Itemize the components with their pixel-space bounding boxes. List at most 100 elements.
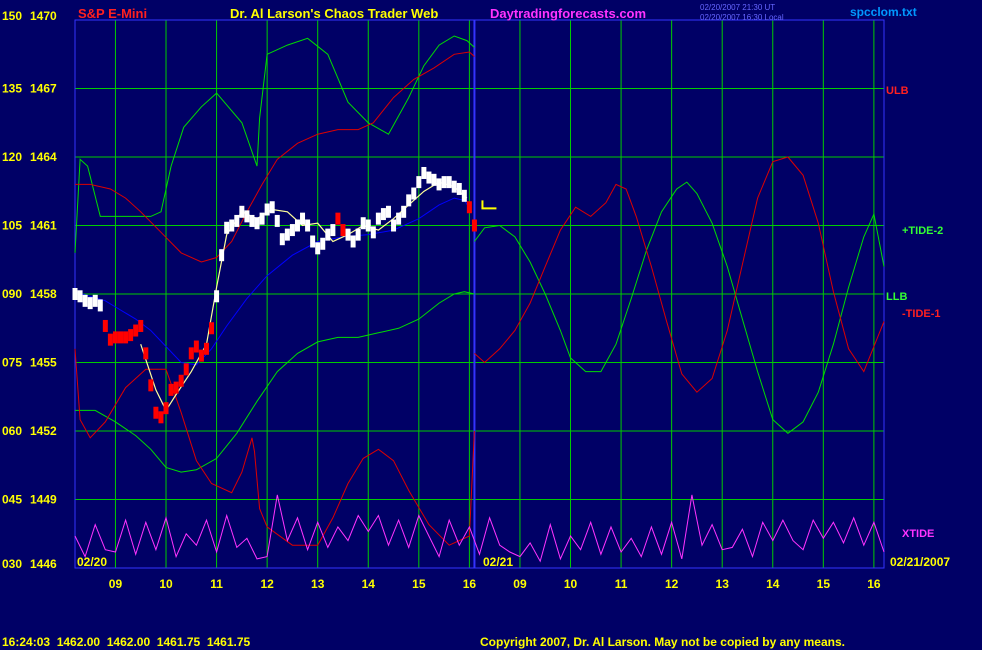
price-bar xyxy=(401,205,407,218)
price-bar xyxy=(259,212,265,225)
label-tide2: +TIDE-2 xyxy=(902,225,943,237)
x-tick-label: 10 xyxy=(564,577,578,591)
y-tick-price: 1446 xyxy=(30,557,57,571)
price-bar xyxy=(173,381,179,394)
price-bar xyxy=(310,235,316,248)
price-bar xyxy=(224,221,230,234)
price-bar xyxy=(264,203,270,216)
y-tick-price: 1464 xyxy=(30,150,57,164)
price-bar xyxy=(330,224,336,237)
price-bar xyxy=(274,214,280,227)
date-mid: 02/21 xyxy=(483,555,513,569)
price-bar xyxy=(441,176,447,189)
y-tick-price: 1470 xyxy=(30,9,57,23)
grid-layer xyxy=(74,19,885,569)
price-bar xyxy=(431,173,437,186)
price-bar xyxy=(188,347,194,360)
price-bar xyxy=(360,217,366,230)
price-bar xyxy=(158,411,164,424)
timestamp-local: 02/20/2007 16:30 Local xyxy=(700,13,784,22)
x-tick-label: 11 xyxy=(210,577,223,591)
price-bar xyxy=(279,233,285,246)
price-bar xyxy=(340,224,346,237)
price-bar xyxy=(350,235,356,248)
y-tick-price: 1467 xyxy=(30,82,57,96)
price-bar xyxy=(355,228,361,241)
price-bar xyxy=(456,182,462,195)
label-ulb: ULB xyxy=(886,85,909,97)
price-bar xyxy=(416,176,422,189)
price-bar xyxy=(325,228,331,241)
price-bar xyxy=(365,219,371,232)
price-bar xyxy=(239,205,245,218)
price-bar xyxy=(77,290,83,303)
y-tick-tide: 060 xyxy=(2,424,22,438)
x-tick-label: 15 xyxy=(817,577,831,591)
y-tick-tide: 030 xyxy=(2,557,22,571)
label-tide1: -TIDE-1 xyxy=(902,308,941,320)
y-tick-tide: 045 xyxy=(2,493,22,507)
price-bar xyxy=(380,208,386,221)
x-tick-label: 09 xyxy=(109,577,123,591)
date-right: 02/21/2007 xyxy=(890,555,950,569)
price-bar xyxy=(375,212,381,225)
price-bar xyxy=(107,333,113,346)
site-title: Dr. Al Larson's Chaos Trader Web xyxy=(230,6,438,21)
footer-quote: 16:24:03 1462.00 1462.00 1461.75 1461.75 xyxy=(2,635,251,649)
y-tick-tide: 105 xyxy=(2,219,22,233)
price-bar xyxy=(193,340,199,353)
price-bar xyxy=(198,349,204,362)
price-bar xyxy=(214,290,220,303)
x-tick-label: 13 xyxy=(716,577,730,591)
price-bar xyxy=(421,166,427,179)
price-bar xyxy=(254,217,260,230)
footer-copyright: Copyright 2007, Dr. Al Larson. May not b… xyxy=(480,635,845,649)
price-bar xyxy=(466,201,472,214)
date-left: 02/20 xyxy=(77,555,107,569)
site-url[interactable]: Daytradingforecasts.com xyxy=(490,6,646,21)
x-tick-label: 14 xyxy=(362,577,376,591)
price-bar xyxy=(97,299,103,312)
price-bar xyxy=(451,180,457,193)
price-bar xyxy=(128,329,134,342)
price-bar xyxy=(148,379,154,392)
x-tick-label: 14 xyxy=(766,577,780,591)
price-bar xyxy=(138,319,144,332)
price-bar xyxy=(461,189,467,202)
y-tick-tide: 150 xyxy=(2,9,22,23)
price-bar xyxy=(183,363,189,376)
price-bar xyxy=(385,205,391,218)
data-file-name: spcclom.txt xyxy=(850,5,917,19)
y-tick-tide: 120 xyxy=(2,150,22,164)
price-bar xyxy=(118,331,124,344)
price-bar xyxy=(320,237,326,250)
price-bar xyxy=(305,219,311,232)
y-tick-price: 1455 xyxy=(30,356,57,370)
price-bar xyxy=(249,214,255,227)
price-bar xyxy=(406,194,412,207)
price-bar xyxy=(315,242,321,255)
price-bar xyxy=(284,228,290,241)
x-tick-label: 15 xyxy=(412,577,426,591)
y-tick-tide: 135 xyxy=(2,82,22,96)
x-tick-label: 12 xyxy=(665,577,679,591)
y-tick-price: 1449 xyxy=(30,493,57,507)
timestamp-ut: 02/20/2007 21:30 UT xyxy=(700,3,775,12)
x-tick-label: 11 xyxy=(615,577,628,591)
price-bar xyxy=(335,212,341,225)
price-bar xyxy=(300,212,306,225)
x-tick-label: 16 xyxy=(867,577,881,591)
price-bar xyxy=(133,324,139,337)
price-bar xyxy=(370,226,376,239)
price-bar xyxy=(446,176,452,189)
price-bar xyxy=(411,187,417,200)
price-bar xyxy=(112,331,118,344)
price-bar xyxy=(178,374,184,387)
y-tick-tide: 090 xyxy=(2,287,22,301)
price-bar xyxy=(209,322,215,335)
chart-window: 150 1470 135 1467 120 1464 105 1461 090 1458 075 14… xyxy=(0,0,982,650)
price-bar xyxy=(72,288,78,300)
x-tick-label: 12 xyxy=(260,577,274,591)
x-tick-label: 13 xyxy=(311,577,325,591)
price-bar xyxy=(436,178,442,191)
